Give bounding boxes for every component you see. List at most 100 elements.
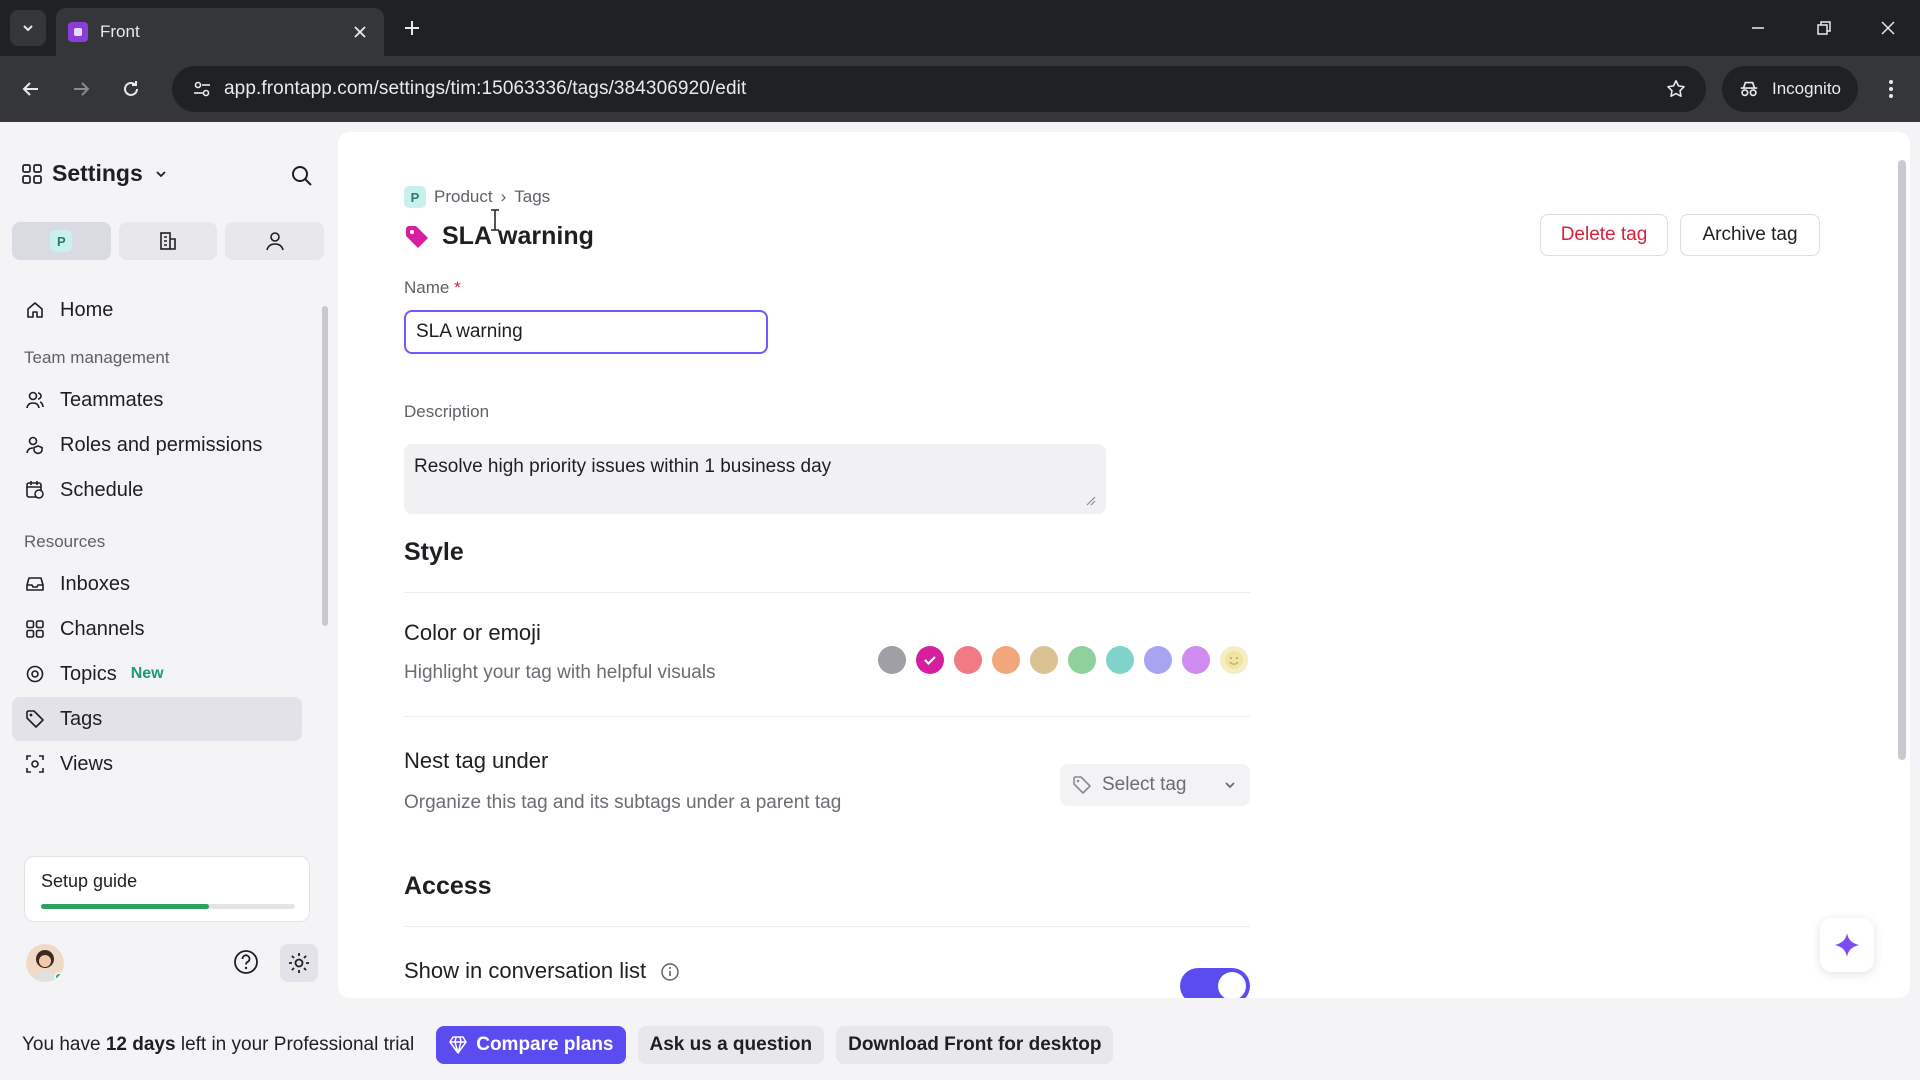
sidebar-scrollbar[interactable] (320, 292, 328, 832)
personal-scope-tab[interactable] (225, 222, 325, 260)
back-button[interactable] (14, 72, 48, 106)
compare-plans-label: Compare plans (476, 1034, 614, 1055)
browser-tab-bar: Front (0, 0, 1920, 56)
search-button[interactable] (284, 158, 320, 194)
resize-grip-icon[interactable] (1086, 496, 1096, 506)
color-swatch-picker (878, 646, 1248, 674)
sidebar-item-topics[interactable]: Topics New (12, 652, 302, 696)
text-cursor-icon (491, 209, 499, 231)
nest-tag-title: Nest tag under (404, 748, 549, 773)
show-in-list-toggle[interactable] (1180, 968, 1250, 998)
color-swatch[interactable] (916, 646, 944, 674)
incognito-icon (1740, 81, 1758, 97)
description-text: Resolve high priority issues within 1 bu… (414, 456, 832, 477)
trial-days: 12 days (105, 1034, 176, 1055)
address-bar[interactable]: app.frontapp.com/settings/tim:15063336/t… (172, 66, 1706, 112)
url-text: app.frontapp.com/settings/tim:15063336/t… (224, 78, 747, 99)
sidebar-item-teammates[interactable]: Teammates (12, 378, 302, 422)
divider (404, 592, 1250, 593)
tag-icon (406, 225, 428, 248)
tag-icon (1073, 776, 1091, 794)
breadcrumb-workspace-link[interactable]: Product (434, 187, 493, 207)
tab-list-button[interactable] (10, 10, 46, 46)
browser-menu-button[interactable] (1874, 72, 1908, 106)
setup-progress-fill (41, 904, 209, 909)
new-tab-button[interactable] (398, 14, 426, 42)
arrow-right-icon (74, 82, 90, 96)
description-textarea[interactable]: Resolve high priority issues within 1 bu… (404, 444, 1106, 514)
settings-menu-button[interactable]: Settings (22, 160, 169, 187)
forward-button[interactable] (64, 72, 98, 106)
sidebar-item-channels[interactable]: Channels (12, 607, 302, 651)
workspace-scope-tab[interactable]: P (12, 222, 111, 260)
compare-plans-button[interactable]: Compare plans (436, 1026, 626, 1064)
company-scope-tab[interactable] (118, 222, 218, 260)
delete-tag-button[interactable]: Delete tag (1540, 214, 1668, 256)
topics-icon (24, 663, 46, 685)
setup-guide-card[interactable]: Setup guide (24, 856, 310, 922)
help-icon (234, 950, 258, 974)
close-tab-button[interactable] (348, 20, 372, 44)
emoji-option[interactable] (1220, 646, 1248, 674)
sidebar-item-inboxes[interactable]: Inboxes (12, 562, 302, 606)
color-swatch[interactable] (878, 646, 906, 674)
inbox-icon (24, 573, 46, 595)
select-tag-placeholder: Select tag (1102, 774, 1187, 795)
star-icon (1667, 79, 1685, 98)
close-window-button[interactable] (1872, 12, 1904, 44)
reload-icon (124, 81, 138, 96)
color-swatch[interactable] (954, 646, 982, 674)
team-management-heading: Team management (24, 348, 170, 367)
incognito-indicator[interactable]: Incognito (1722, 66, 1858, 112)
sidebar-item-schedule[interactable]: Schedule (12, 468, 302, 512)
bookmark-button[interactable] (1656, 78, 1696, 100)
settings-button[interactable] (280, 944, 318, 982)
user-icon (265, 232, 284, 251)
tag-title: SLA warning (442, 222, 594, 250)
site-settings-button[interactable] (180, 79, 224, 99)
diamond-icon (449, 1036, 467, 1054)
minimize-button[interactable] (1742, 12, 1774, 44)
trial-banner: You have 12 days left in your Profession… (0, 1010, 1920, 1080)
show-in-list-row: Show in conversation list (404, 958, 680, 984)
show-in-list-label: Show in conversation list (404, 958, 647, 983)
info-icon[interactable] (660, 962, 680, 982)
close-icon (354, 26, 366, 38)
sidebar-item-label: Topics (60, 662, 117, 685)
grid-icon (22, 163, 42, 184)
avatar[interactable] (26, 944, 64, 982)
color-swatch[interactable] (1030, 646, 1058, 674)
archive-tag-button[interactable]: Archive tag (1680, 214, 1820, 256)
sidebar-item-label: Tags (60, 707, 103, 730)
reload-button[interactable] (114, 72, 148, 106)
breadcrumb-tags-link[interactable]: Tags (514, 187, 550, 207)
arrow-left-icon (22, 82, 38, 96)
tab-title: Front (100, 22, 140, 41)
divider (404, 926, 1250, 927)
ask-question-button[interactable]: Ask us a question (637, 1026, 825, 1064)
help-button[interactable] (228, 944, 264, 980)
color-or-emoji-subtitle: Highlight your tag with helpful visuals (404, 662, 716, 683)
restore-icon (1817, 21, 1831, 35)
sidebar-item-roles[interactable]: Roles and permissions (12, 423, 302, 467)
color-swatch[interactable] (992, 646, 1020, 674)
style-heading: Style (404, 538, 464, 566)
nest-tag-subtitle: Organize this tag and its subtags under … (404, 792, 842, 813)
color-swatch[interactable] (1182, 646, 1210, 674)
color-swatch[interactable] (1106, 646, 1134, 674)
browser-tab[interactable]: Front (56, 8, 384, 56)
ai-assistant-button[interactable] (1820, 918, 1874, 972)
parent-tag-select[interactable]: Select tag (1060, 764, 1250, 806)
sidebar-item-tags[interactable]: Tags (12, 697, 302, 741)
sidebar-item-label: Channels (60, 617, 145, 640)
views-icon (24, 753, 46, 775)
sidebar-item-home[interactable]: Home (12, 288, 302, 332)
main-scrollbar[interactable] (1894, 132, 1910, 998)
sidebar-item-views[interactable]: Views (12, 742, 302, 786)
color-swatch[interactable] (1068, 646, 1096, 674)
color-swatch[interactable] (1144, 646, 1172, 674)
name-input[interactable] (404, 310, 768, 354)
restore-button[interactable] (1808, 12, 1840, 44)
workspace-badge: P (50, 230, 73, 252)
download-desktop-button[interactable]: Download Front for desktop (836, 1026, 1114, 1064)
